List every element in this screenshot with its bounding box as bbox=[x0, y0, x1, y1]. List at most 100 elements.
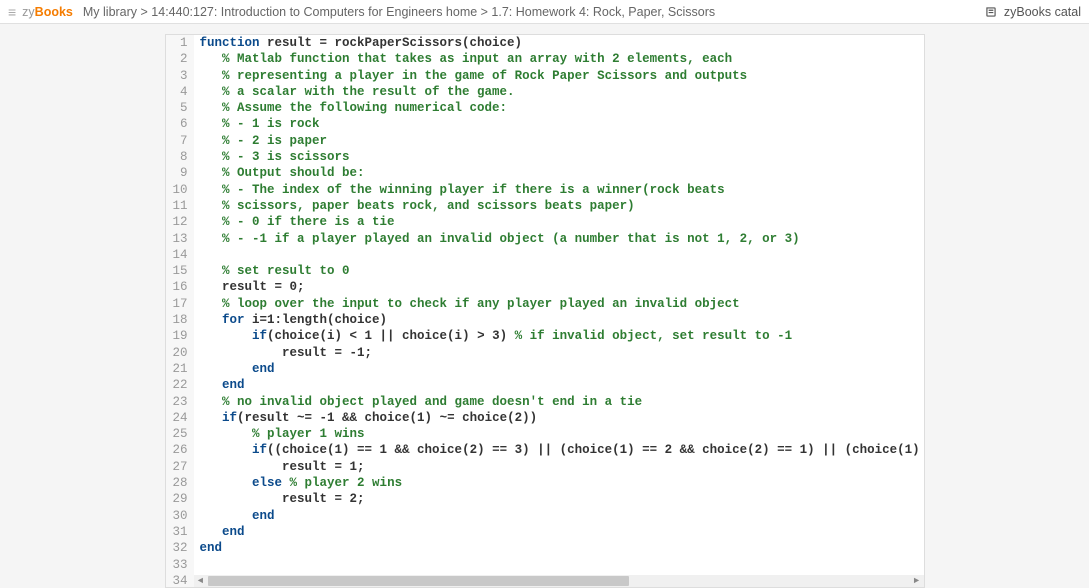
token-text bbox=[200, 395, 223, 409]
token-text bbox=[200, 69, 223, 83]
token-keyword: for bbox=[222, 313, 245, 327]
scroll-right-button[interactable]: ► bbox=[910, 575, 924, 587]
code-line[interactable]: % representing a player in the game of R… bbox=[200, 68, 918, 84]
token-comment: % - 1 is rock bbox=[222, 117, 320, 131]
token-text bbox=[200, 264, 223, 278]
code-editor[interactable]: 1234567891011121314151617181920212223242… bbox=[166, 35, 924, 587]
code-line[interactable]: % player 1 wins bbox=[200, 426, 918, 442]
token-comment: % - 2 is paper bbox=[222, 134, 327, 148]
code-line[interactable]: % set result to 0 bbox=[200, 263, 918, 279]
token-comment: % - The index of the winning player if t… bbox=[222, 183, 725, 197]
code-line[interactable]: end bbox=[200, 524, 918, 540]
line-number: 8 bbox=[172, 149, 188, 165]
code-line[interactable]: function result = rockPaperScissors(choi… bbox=[200, 35, 918, 51]
code-line[interactable]: % - 0 if there is a tie bbox=[200, 214, 918, 230]
line-number: 1 bbox=[172, 35, 188, 51]
line-number: 19 bbox=[172, 328, 188, 344]
token-comment: % if invalid object, set result to -1 bbox=[515, 329, 793, 343]
token-comment: % player 1 wins bbox=[252, 427, 365, 441]
code-line[interactable] bbox=[200, 247, 918, 263]
token-text bbox=[200, 150, 223, 164]
line-number: 2 bbox=[172, 51, 188, 67]
scroll-left-button[interactable]: ◄ bbox=[194, 575, 208, 587]
catalog-label: zyBooks catal bbox=[1004, 5, 1081, 19]
code-line[interactable]: result = 1; bbox=[200, 459, 918, 475]
code-line[interactable]: end bbox=[200, 377, 918, 393]
code-line[interactable]: if(result ~= -1 && choice(1) ~= choice(2… bbox=[200, 410, 918, 426]
scroll-track[interactable] bbox=[208, 575, 910, 587]
horizontal-scrollbar[interactable]: ◄ ► bbox=[194, 575, 924, 587]
token-text bbox=[200, 52, 223, 66]
code-line[interactable]: end bbox=[200, 540, 918, 556]
line-number: 29 bbox=[172, 491, 188, 507]
code-line[interactable]: % - -1 if a player played an invalid obj… bbox=[200, 231, 918, 247]
code-line[interactable]: if((choice(1) == 1 && choice(2) == 3) ||… bbox=[200, 442, 918, 458]
line-number: 33 bbox=[172, 557, 188, 573]
code-line[interactable]: % - 1 is rock bbox=[200, 116, 918, 132]
code-line[interactable]: % Output should be: bbox=[200, 165, 918, 181]
scroll-thumb[interactable] bbox=[208, 576, 629, 586]
code-line[interactable]: else % player 2 wins bbox=[200, 475, 918, 491]
line-number: 11 bbox=[172, 198, 188, 214]
breadcrumb[interactable]: My library > 14:440:127: Introduction to… bbox=[83, 5, 715, 19]
code-line[interactable]: % Assume the following numerical code: bbox=[200, 100, 918, 116]
code-line[interactable]: % no invalid object played and game does… bbox=[200, 394, 918, 410]
code-line[interactable]: % a scalar with the result of the game. bbox=[200, 84, 918, 100]
line-number: 18 bbox=[172, 312, 188, 328]
token-text bbox=[200, 215, 223, 229]
code-line[interactable]: result = 0; bbox=[200, 279, 918, 295]
book-icon bbox=[984, 5, 998, 19]
token-keyword: end bbox=[222, 525, 245, 539]
line-number: 31 bbox=[172, 524, 188, 540]
code-line[interactable]: end bbox=[200, 508, 918, 524]
token-text bbox=[200, 443, 253, 457]
line-gutter: 1234567891011121314151617181920212223242… bbox=[166, 35, 194, 587]
code-line[interactable] bbox=[200, 557, 918, 573]
code-line[interactable]: for i=1:length(choice) bbox=[200, 312, 918, 328]
code-line[interactable]: if(choice(i) < 1 || choice(i) > 3) % if … bbox=[200, 328, 918, 344]
catalog-link[interactable]: zyBooks catal bbox=[984, 5, 1081, 19]
token-text bbox=[200, 378, 223, 392]
line-number: 20 bbox=[172, 345, 188, 361]
token-text: result = -1; bbox=[200, 346, 373, 360]
line-number: 34 bbox=[172, 573, 188, 587]
token-text bbox=[200, 117, 223, 131]
code-body[interactable]: function result = rockPaperScissors(choi… bbox=[194, 35, 924, 587]
menu-icon[interactable]: ≡ bbox=[8, 4, 16, 20]
token-keyword: if bbox=[252, 443, 267, 457]
token-text bbox=[200, 362, 253, 376]
code-line[interactable]: % - 3 is scissors bbox=[200, 149, 918, 165]
token-keyword: end bbox=[252, 362, 275, 376]
line-number: 16 bbox=[172, 279, 188, 295]
line-number: 10 bbox=[172, 182, 188, 198]
line-number: 12 bbox=[172, 214, 188, 230]
content-area: 1234567891011121314151617181920212223242… bbox=[0, 24, 1089, 588]
token-text: (choice(i) < 1 || choice(i) > 3) bbox=[267, 329, 515, 343]
code-line[interactable]: result = -1; bbox=[200, 345, 918, 361]
line-number: 25 bbox=[172, 426, 188, 442]
code-card: 1234567891011121314151617181920212223242… bbox=[165, 34, 925, 588]
top-header: ≡ zyBooks My library > 14:440:127: Intro… bbox=[0, 0, 1089, 24]
line-number: 21 bbox=[172, 361, 188, 377]
code-line[interactable]: % - 2 is paper bbox=[200, 133, 918, 149]
token-text bbox=[200, 313, 223, 327]
token-text: (result ~= -1 && choice(1) ~= choice(2)) bbox=[237, 411, 537, 425]
token-keyword: function bbox=[200, 36, 260, 50]
token-comment: % Assume the following numerical code: bbox=[222, 101, 507, 115]
token-comment: % loop over the input to check if any pl… bbox=[222, 297, 740, 311]
token-keyword: if bbox=[222, 411, 237, 425]
code-line[interactable]: % Matlab function that takes as input an… bbox=[200, 51, 918, 67]
code-line[interactable]: % - The index of the winning player if t… bbox=[200, 182, 918, 198]
line-number: 30 bbox=[172, 508, 188, 524]
logo[interactable]: zyBooks bbox=[22, 5, 73, 19]
line-number: 9 bbox=[172, 165, 188, 181]
token-text bbox=[200, 509, 253, 523]
code-line[interactable]: % loop over the input to check if any pl… bbox=[200, 296, 918, 312]
token-text bbox=[200, 232, 223, 246]
code-line[interactable]: % scissors, paper beats rock, and scisso… bbox=[200, 198, 918, 214]
token-keyword: end bbox=[200, 541, 223, 555]
line-number: 23 bbox=[172, 394, 188, 410]
code-line[interactable]: result = 2; bbox=[200, 491, 918, 507]
line-number: 6 bbox=[172, 116, 188, 132]
code-line[interactable]: end bbox=[200, 361, 918, 377]
